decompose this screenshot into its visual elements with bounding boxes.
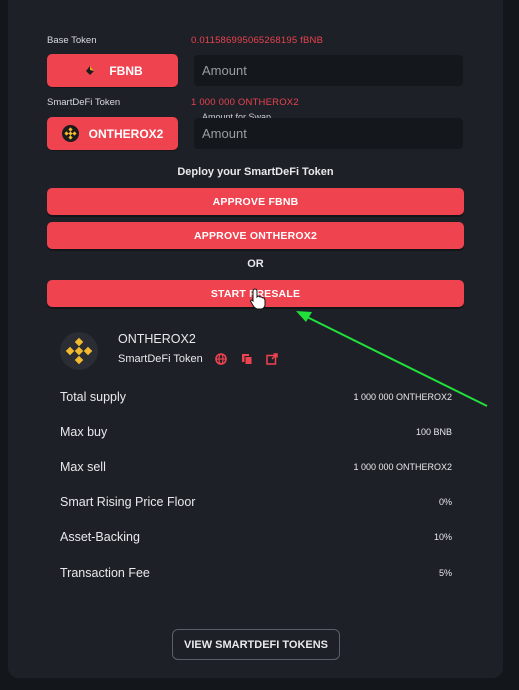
stat-key: Smart Rising Price Floor bbox=[60, 495, 196, 509]
smartdefi-token-select-button[interactable]: ONTHEROX2 bbox=[47, 117, 178, 150]
external-link-icon[interactable] bbox=[265, 352, 279, 366]
bnb-token-icon bbox=[61, 125, 79, 142]
globe-icon[interactable] bbox=[214, 352, 228, 366]
stat-value: 5% bbox=[438, 568, 452, 578]
copy-icon[interactable] bbox=[240, 352, 254, 366]
stat-row-max-sell: Max sell 1 000 000 ONTHEROX2 bbox=[60, 457, 452, 477]
bnb-logo-icon bbox=[65, 337, 93, 365]
fbnb-token-icon bbox=[82, 62, 100, 79]
approve-base-button[interactable]: APPROVE FBNB bbox=[47, 188, 464, 215]
stat-key: Asset-Backing bbox=[60, 530, 140, 544]
or-divider: OR bbox=[247, 258, 264, 270]
view-smartdefi-tokens-button[interactable]: VIEW SMARTDEFI TOKENS bbox=[172, 629, 340, 660]
hand-cursor-icon bbox=[250, 288, 266, 310]
token-avatar bbox=[60, 332, 98, 370]
base-token-label: Base Token bbox=[47, 35, 97, 46]
stat-key: Max buy bbox=[60, 425, 108, 439]
deploy-title: Deploy your SmartDeFi Token bbox=[177, 166, 334, 178]
swap-amount-input[interactable]: Amount bbox=[194, 118, 463, 149]
stat-value: 1 000 000 ONTHEROX2 bbox=[353, 462, 452, 472]
stat-key: Max sell bbox=[60, 460, 106, 474]
smartdefi-token-balance: 1 000 000 ONTHEROX2 bbox=[191, 97, 299, 108]
stat-key: Transaction Fee bbox=[60, 566, 150, 580]
stat-row-transaction-fee: Transaction Fee 5% bbox=[60, 563, 452, 583]
base-token-select-button[interactable]: FBNB bbox=[47, 54, 178, 87]
token-info-name: ONTHEROX2 bbox=[118, 332, 196, 346]
stat-value: 1 000 000 ONTHEROX2 bbox=[353, 392, 452, 402]
approve-token-button[interactable]: APPROVE ONTHEROX2 bbox=[47, 222, 464, 249]
stat-row-total-supply: Total supply 1 000 000 ONTHEROX2 bbox=[60, 387, 452, 407]
smartdefi-token-label: SmartDeFi Token bbox=[47, 97, 121, 108]
stat-row-price-floor: Smart Rising Price Floor 0% bbox=[60, 492, 452, 512]
token-info-subtitle: SmartDeFi Token bbox=[118, 353, 203, 365]
stat-row-max-buy: Max buy 100 BNB bbox=[60, 422, 452, 442]
stat-key: Total supply bbox=[60, 390, 127, 404]
stat-row-asset-backing: Asset-Backing 10% bbox=[60, 527, 452, 547]
stat-value: 10% bbox=[433, 532, 452, 542]
stat-value: 100 BNB bbox=[415, 427, 452, 437]
swap-panel: Base Token 0.011586995065268195 fBNB FBN… bbox=[8, 0, 503, 678]
base-token-balance: 0.011586995065268195 fBNB bbox=[191, 35, 324, 46]
smartdefi-token-name: ONTHEROX2 bbox=[88, 126, 164, 141]
base-token-name: FBNB bbox=[109, 63, 143, 78]
stat-value: 0% bbox=[438, 497, 452, 507]
base-amount-input[interactable]: Amount bbox=[194, 55, 463, 86]
